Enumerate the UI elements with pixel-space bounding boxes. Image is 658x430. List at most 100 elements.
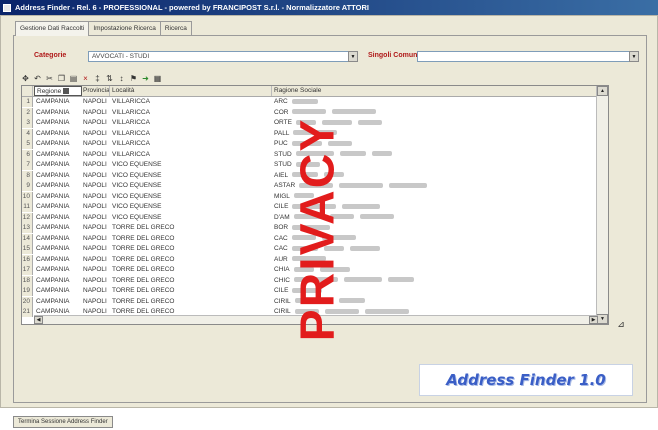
column-header-ragione-sociale[interactable]: Ragione Sociale (272, 86, 602, 96)
cell-regione[interactable]: CAMPANIA (34, 97, 84, 107)
cell-localita[interactable]: VICO EQUENSE (110, 160, 202, 170)
cell-provincia[interactable]: NAPOLI (82, 276, 111, 286)
column-header-localita[interactable]: Località (110, 86, 272, 96)
tab-ricerca[interactable]: Ricerca (159, 21, 192, 35)
table-row[interactable]: 19 CAMPANIA NAPOLI TORRE DEL GRECO CILE (22, 286, 598, 296)
cell-regione[interactable]: CAMPANIA (34, 181, 84, 191)
table-row[interactable]: 6 CAMPANIA NAPOLI VILLARICCA STUD (22, 149, 598, 160)
cell-provincia[interactable]: NAPOLI (82, 108, 111, 118)
table-row[interactable]: 4 CAMPANIA NAPOLI VILLARICCA PALL (22, 128, 598, 139)
table-row[interactable]: 8 CAMPANIA NAPOLI VICO EQUENSE AIEL (22, 170, 598, 181)
cell-provincia[interactable]: NAPOLI (82, 150, 111, 160)
cell-localita[interactable]: VILLARICCA (110, 129, 202, 139)
cell-localita[interactable]: TORRE DEL GRECO (110, 223, 202, 233)
cell-localita[interactable]: TORRE DEL GRECO (110, 255, 202, 265)
tab-gestione-dati[interactable]: Gestione Dati Raccolti (15, 21, 90, 36)
cell-ragione-sociale[interactable]: CILE (272, 202, 604, 212)
cell-ragione-sociale[interactable]: BOR (272, 223, 604, 233)
grid-icon[interactable]: ▦ (153, 74, 162, 84)
municipality-select[interactable] (417, 51, 639, 62)
cell-ragione-sociale[interactable]: COR (272, 108, 604, 118)
cell-provincia[interactable]: NAPOLI (82, 202, 111, 212)
export-icon[interactable]: ➜ (141, 74, 150, 84)
cell-regione[interactable]: CAMPANIA (34, 276, 84, 286)
undo-icon[interactable]: ↶ (33, 74, 42, 84)
cell-ragione-sociale[interactable]: AUR (272, 255, 604, 265)
cell-ragione-sociale[interactable]: PALL (272, 129, 604, 139)
horizontal-scrollbar[interactable]: ◀ ▶ (34, 315, 598, 324)
cell-ragione-sociale[interactable]: CAC (272, 234, 604, 244)
cell-ragione-sociale[interactable]: PUC (272, 139, 604, 149)
cell-ragione-sociale[interactable]: ARC (272, 97, 604, 107)
cell-ragione-sociale[interactable]: AIEL (272, 171, 604, 181)
cell-localita[interactable]: VILLARICCA (110, 118, 202, 128)
table-row[interactable]: 11 CAMPANIA NAPOLI VICO EQUENSE CILE (22, 202, 598, 212)
resize-grip-icon[interactable]: ⊿ (613, 318, 629, 330)
cell-provincia[interactable]: NAPOLI (82, 255, 111, 265)
cell-ragione-sociale[interactable]: CILE (272, 286, 604, 296)
scroll-up-button[interactable]: ▲ (597, 86, 608, 96)
scroll-down-button[interactable]: ▼ (597, 314, 608, 324)
cell-localita[interactable]: TORRE DEL GRECO (110, 265, 202, 275)
cell-localita[interactable]: TORRE DEL GRECO (110, 234, 202, 244)
cell-regione[interactable]: CAMPANIA (34, 234, 84, 244)
cell-regione[interactable]: CAMPANIA (34, 129, 84, 139)
scroll-left-button[interactable]: ◀ (34, 316, 43, 324)
table-row[interactable]: 16 CAMPANIA NAPOLI TORRE DEL GRECO AUR (22, 254, 598, 265)
municipality-dropdown-button[interactable]: ▼ (629, 51, 639, 62)
cell-regione[interactable]: CAMPANIA (34, 171, 84, 181)
cell-ragione-sociale[interactable]: STUD (272, 160, 604, 170)
table-row[interactable]: 2 CAMPANIA NAPOLI VILLARICCA COR (22, 107, 598, 118)
cell-regione[interactable]: CAMPANIA (34, 192, 84, 202)
end-session-button[interactable]: Termina Sessione Address Finder (13, 416, 113, 428)
cell-provincia[interactable]: NAPOLI (82, 118, 111, 128)
table-row[interactable]: 9 CAMPANIA NAPOLI VICO EQUENSE ASTAR (22, 181, 598, 191)
cell-ragione-sociale[interactable]: MIGL (272, 192, 604, 202)
cut-icon[interactable]: ✂ (45, 74, 54, 84)
cell-provincia[interactable]: NAPOLI (82, 171, 111, 181)
cell-ragione-sociale[interactable]: ORTE (272, 118, 604, 128)
category-select[interactable]: AVVOCATI - STUDI (88, 51, 358, 62)
cell-ragione-sociale[interactable]: D'AM (272, 213, 604, 223)
table-row[interactable]: 13 CAMPANIA NAPOLI TORRE DEL GRECO BOR (22, 223, 598, 233)
cell-regione[interactable]: CAMPANIA (34, 118, 84, 128)
cell-localita[interactable]: VILLARICCA (110, 150, 202, 160)
cell-localita[interactable]: VILLARICCA (110, 139, 202, 149)
cell-provincia[interactable]: NAPOLI (82, 213, 111, 223)
cell-regione[interactable]: CAMPANIA (34, 202, 84, 212)
table-row[interactable]: 17 CAMPANIA NAPOLI TORRE DEL GRECO CHIA (22, 265, 598, 275)
cell-localita[interactable]: VICO EQUENSE (110, 213, 202, 223)
cell-localita[interactable]: VICO EQUENSE (110, 192, 202, 202)
delete-icon[interactable]: × (81, 74, 90, 84)
sort-asc-icon[interactable]: ⇅ (105, 74, 114, 84)
cell-localita[interactable]: VICO EQUENSE (110, 171, 202, 181)
cell-localita[interactable]: VICO EQUENSE (110, 202, 202, 212)
table-row[interactable]: 18 CAMPANIA NAPOLI TORRE DEL GRECO CHIC (22, 275, 598, 286)
cell-provincia[interactable]: NAPOLI (82, 265, 111, 275)
cell-ragione-sociale[interactable]: STUD (272, 150, 604, 160)
data-grid[interactable]: Regione Provincia Località Ragione Socia… (21, 85, 609, 325)
cell-provincia[interactable]: NAPOLI (82, 97, 111, 107)
table-row[interactable]: 15 CAMPANIA NAPOLI TORRE DEL GRECO CAC (22, 244, 598, 254)
vertical-scrollbar[interactable]: ▲ ▼ (596, 86, 608, 324)
cell-regione[interactable]: CAMPANIA (34, 150, 84, 160)
column-header-provincia[interactable]: Provincia (82, 86, 110, 96)
cell-provincia[interactable]: NAPOLI (82, 160, 111, 170)
cell-provincia[interactable]: NAPOLI (82, 139, 111, 149)
cell-provincia[interactable]: NAPOLI (82, 286, 111, 296)
table-row[interactable]: 10 CAMPANIA NAPOLI VICO EQUENSE MIGL (22, 191, 598, 202)
table-row[interactable]: 14 CAMPANIA NAPOLI TORRE DEL GRECO CAC (22, 233, 598, 244)
sort-desc-icon[interactable]: ↕ (117, 74, 126, 84)
move-icon[interactable]: ✥ (21, 74, 30, 84)
cell-localita[interactable]: VILLARICCA (110, 108, 202, 118)
cell-regione[interactable]: CAMPANIA (34, 213, 84, 223)
cell-regione[interactable]: CAMPANIA (34, 108, 84, 118)
cell-ragione-sociale[interactable]: CHIA (272, 265, 604, 275)
find-icon[interactable]: ‡ (93, 74, 102, 84)
sort-icon[interactable] (63, 88, 70, 95)
table-row[interactable]: 20 CAMPANIA NAPOLI TORRE DEL GRECO CIRIL (22, 296, 598, 307)
cell-ragione-sociale[interactable]: ASTAR (272, 181, 604, 191)
cell-localita[interactable]: VILLARICCA (110, 97, 202, 107)
cell-ragione-sociale[interactable]: CIRIL (272, 297, 604, 307)
copy-icon[interactable]: ❐ (57, 74, 66, 84)
